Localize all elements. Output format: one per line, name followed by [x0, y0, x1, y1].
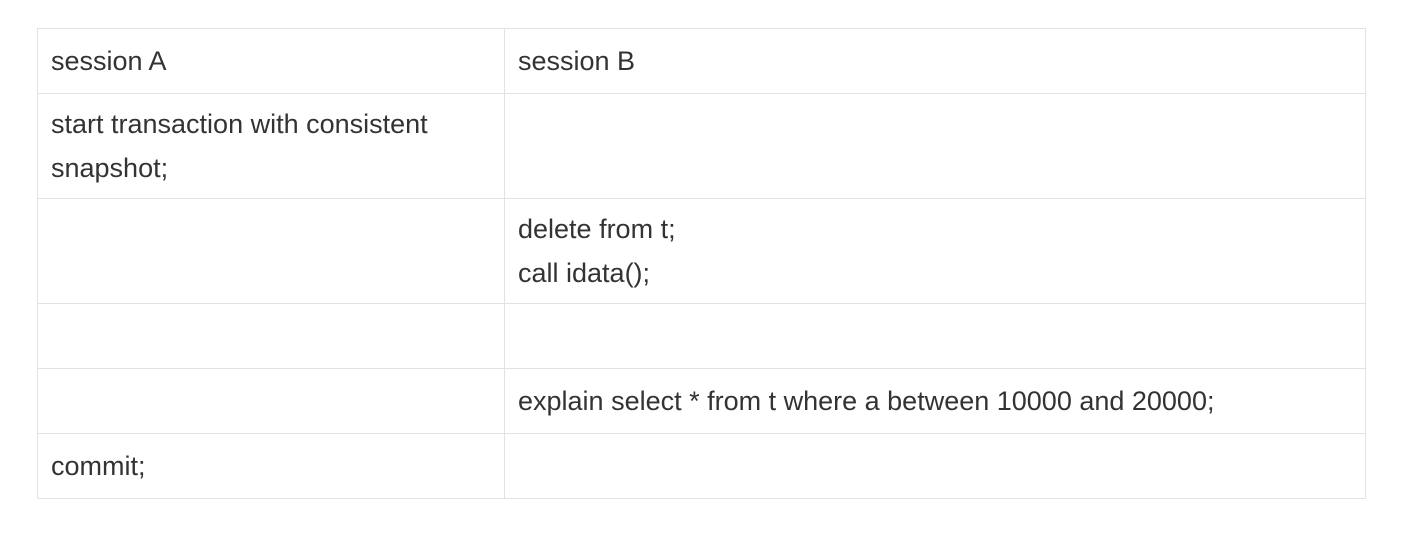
header-session-b: session B — [504, 28, 1366, 94]
session-b-cell — [504, 93, 1366, 199]
session-timeline-table: session A session B start transaction wi… — [37, 28, 1366, 499]
session-b-cell: explain select * from t where a between … — [504, 368, 1366, 434]
session-timeline-table-container: session A session B start transaction wi… — [37, 28, 1366, 499]
table-row: start transaction with consistent snapsh… — [37, 93, 1366, 199]
header-row: session A session B — [37, 28, 1366, 94]
table-row — [37, 303, 1366, 369]
session-b-cell — [504, 303, 1366, 369]
table-row: commit; — [37, 433, 1366, 499]
table-row: delete from t; call idata(); — [37, 198, 1366, 304]
session-a-cell — [37, 303, 505, 369]
session-a-cell — [37, 198, 505, 304]
session-a-cell: commit; — [37, 433, 505, 499]
session-a-cell: start transaction with consistent snapsh… — [37, 93, 505, 199]
table-row: explain select * from t where a between … — [37, 368, 1366, 434]
header-session-a: session A — [37, 28, 505, 94]
session-a-cell — [37, 368, 505, 434]
session-b-cell: delete from t; call idata(); — [504, 198, 1366, 304]
session-b-cell — [504, 433, 1366, 499]
